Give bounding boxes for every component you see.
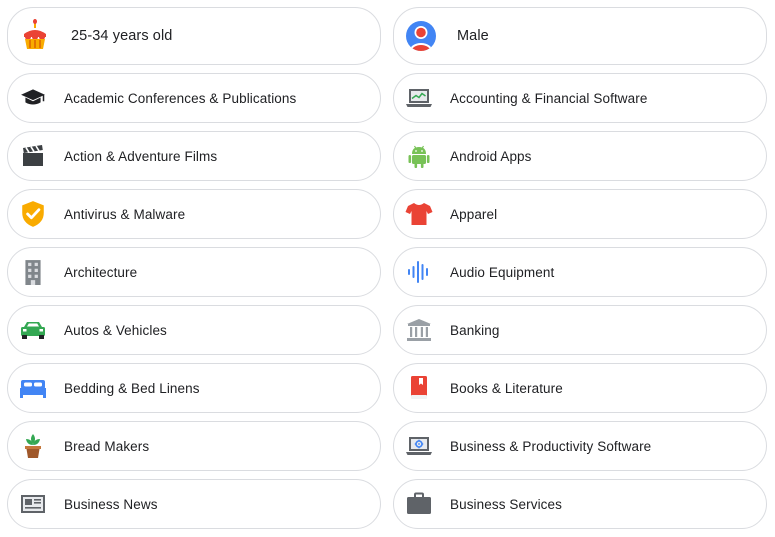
interest-chip-android-apps[interactable]: Android Apps: [393, 131, 767, 181]
interest-label: Accounting & Financial Software: [450, 90, 648, 106]
interest-label: Autos & Vehicles: [64, 322, 167, 338]
interest-label: Action & Adventure Films: [64, 148, 218, 164]
interest-chip-audio-equipment[interactable]: Audio Equipment: [393, 247, 767, 297]
interest-chip-books-literature[interactable]: Books & Literature: [393, 363, 767, 413]
interest-label: Banking: [450, 322, 500, 338]
briefcase-icon: [404, 489, 434, 519]
interest-label: Apparel: [450, 206, 498, 222]
interest-chip-banking[interactable]: Banking: [393, 305, 767, 355]
interest-chip-business-productivity-software[interactable]: Business & Productivity Software: [393, 421, 767, 471]
interest-chip-architecture[interactable]: Architecture: [7, 247, 381, 297]
interest-chip-action-adventure-films[interactable]: Action & Adventure Films: [7, 131, 381, 181]
left-column: 25-34 years old Academic Conferences & P…: [7, 7, 381, 537]
building-icon: [18, 257, 48, 287]
android-icon: [404, 141, 434, 171]
interest-chip-antivirus-malware[interactable]: Antivirus & Malware: [7, 189, 381, 239]
interest-chip-business-news[interactable]: Business News: [7, 479, 381, 529]
shield-check-icon: [18, 199, 48, 229]
interest-label: Books & Literature: [450, 380, 563, 396]
interest-chip-apparel[interactable]: Apparel: [393, 189, 767, 239]
interest-label: Business News: [64, 496, 158, 512]
interest-chip-autos-vehicles[interactable]: Autos & Vehicles: [7, 305, 381, 355]
clapperboard-icon: [18, 141, 48, 171]
interest-chip-business-services[interactable]: Business Services: [393, 479, 767, 529]
gender-chip[interactable]: Male: [393, 7, 767, 65]
interest-label: Business & Productivity Software: [450, 438, 652, 454]
interest-chip-academic-conferences[interactable]: Academic Conferences & Publications: [7, 73, 381, 123]
bed-icon: [18, 373, 48, 403]
car-icon: [18, 315, 48, 345]
interest-label: Android Apps: [450, 148, 532, 164]
right-column: Male Accounting & Financial Software And…: [393, 7, 767, 537]
laptop-chart-icon: [404, 83, 434, 113]
interest-label: Academic Conferences & Publications: [64, 90, 297, 106]
interest-label: Antivirus & Malware: [64, 206, 186, 222]
tshirt-icon: [404, 199, 434, 229]
age-label: 25-34 years old: [71, 28, 173, 44]
potted-plant-icon: [18, 431, 48, 461]
interest-label: Business Services: [450, 496, 562, 512]
interest-label: Architecture: [64, 264, 138, 280]
user-avatar-icon: [404, 19, 438, 53]
interest-label: Audio Equipment: [450, 264, 555, 280]
book-icon: [404, 373, 434, 403]
interest-label: Bedding & Bed Linens: [64, 380, 200, 396]
gender-label: Male: [457, 28, 489, 44]
interest-chip-accounting-financial-software[interactable]: Accounting & Financial Software: [393, 73, 767, 123]
age-chip[interactable]: 25-34 years old: [7, 7, 381, 65]
graduation-cap-icon: [18, 83, 48, 113]
newspaper-icon: [18, 489, 48, 519]
interest-chip-bedding-bed-linens[interactable]: Bedding & Bed Linens: [7, 363, 381, 413]
interest-label: Bread Makers: [64, 438, 150, 454]
interest-chip-bread-makers[interactable]: Bread Makers: [7, 421, 381, 471]
audio-wave-icon: [404, 257, 434, 287]
laptop-gear-icon: [404, 431, 434, 461]
birthday-cake-icon: [18, 19, 52, 53]
bank-icon: [404, 315, 434, 345]
interests-grid: 25-34 years old Academic Conferences & P…: [7, 7, 767, 537]
